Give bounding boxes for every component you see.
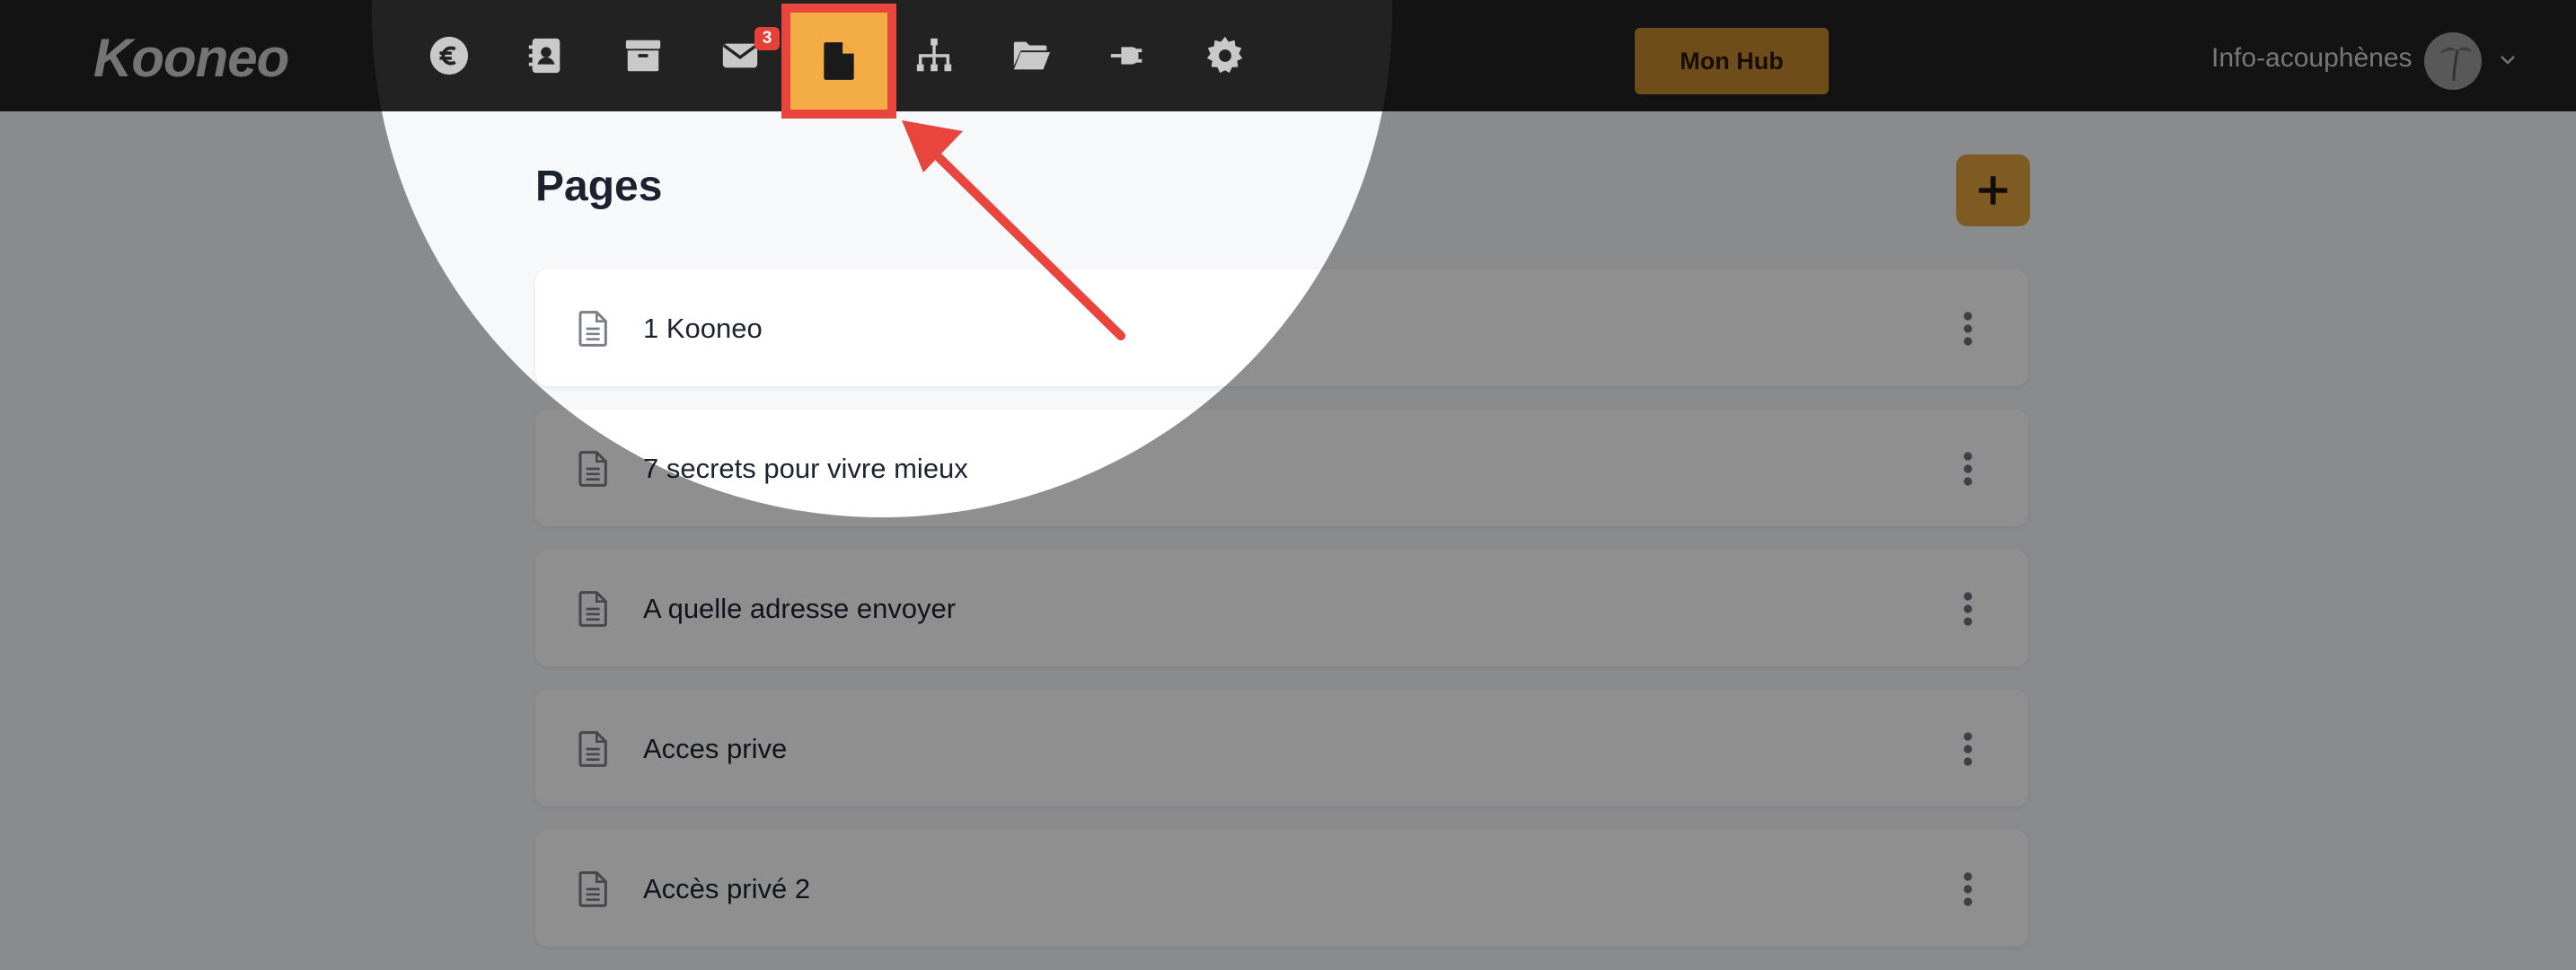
annotation-arrow [902, 120, 1125, 340]
